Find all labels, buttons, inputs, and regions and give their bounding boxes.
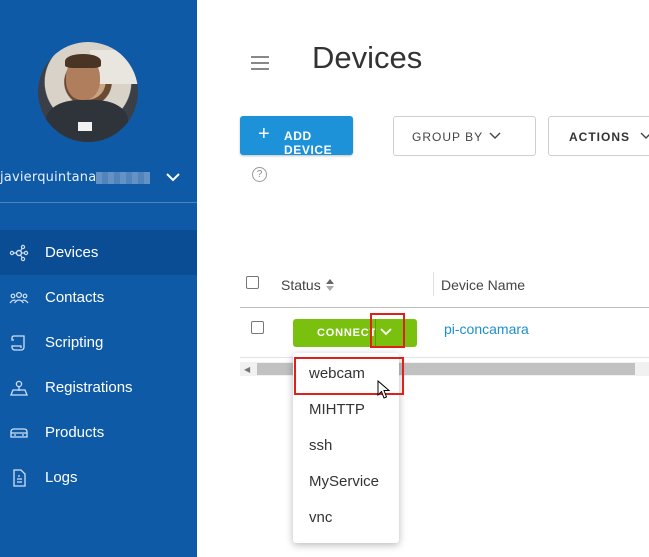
actions-label: ACTIONS (569, 130, 630, 144)
sidebar-item-label: Devices (45, 244, 99, 261)
contacts-icon (9, 291, 29, 304)
menu-item-label: MyService (309, 473, 380, 490)
sidebar-item-registrations[interactable]: Registrations (0, 365, 197, 410)
sidebar-item-contacts[interactable]: Contacts (0, 275, 197, 320)
sidebar-divider (0, 202, 197, 203)
page-title: Devices (312, 40, 423, 75)
menu-item-label: MIHTTP (309, 401, 365, 418)
device-name-link[interactable]: pi-concamara (444, 321, 529, 337)
row-checkbox[interactable] (251, 321, 264, 334)
menu-item-vnc[interactable]: vnc (293, 499, 399, 535)
connect-label: CONNECT (317, 327, 377, 339)
sidebar: javierquintana Devices Contacts Scriptin… (0, 0, 197, 557)
sidebar-item-label: Registrations (45, 379, 133, 396)
actions-button[interactable]: ACTIONS (548, 116, 649, 156)
redacted-text (96, 172, 150, 184)
chevron-down-icon (640, 132, 649, 139)
table-header: Status Device Name (240, 262, 649, 308)
highlight-box (370, 313, 405, 348)
sidebar-item-devices[interactable]: Devices (0, 230, 197, 275)
menu-item-label: vnc (309, 509, 333, 526)
add-device-label: ADD DEVICE (284, 129, 333, 157)
plus-icon: + (258, 123, 270, 145)
sidebar-item-scripting[interactable]: Scripting (0, 320, 197, 365)
menu-icon[interactable] (251, 56, 269, 70)
help-icon[interactable]: ? (252, 167, 267, 182)
column-header-device-name[interactable]: Device Name (441, 277, 525, 293)
sidebar-item-label: Products (45, 424, 105, 441)
logs-icon (13, 469, 26, 487)
sidebar-item-label: Scripting (45, 334, 104, 351)
username: javierquintana (0, 170, 97, 185)
select-all-checkbox[interactable] (246, 276, 259, 289)
sidebar-item-label: Logs (45, 469, 78, 486)
group-by-label: GROUP BY (412, 130, 484, 144)
group-by-button[interactable]: GROUP BY (393, 116, 536, 156)
sidebar-item-products[interactable]: Products (0, 410, 197, 455)
sidebar-item-logs[interactable]: Logs (0, 455, 197, 500)
table-row: CONNECT pi-concamara (240, 308, 649, 358)
sort-icon[interactable] (325, 278, 335, 292)
products-icon (10, 428, 28, 438)
chevron-down-icon (489, 132, 501, 139)
user-menu[interactable]: javierquintana (0, 166, 197, 190)
menu-item-myservice[interactable]: MyService (293, 463, 399, 499)
add-device-button[interactable]: + ADD DEVICE (240, 116, 353, 157)
mouse-cursor-icon (377, 380, 391, 399)
chevron-down-icon[interactable] (164, 168, 182, 186)
sidebar-nav: Devices Contacts Scripting Registrations… (0, 230, 197, 500)
scripting-icon (11, 335, 25, 351)
sidebar-item-label: Contacts (45, 289, 105, 306)
avatar[interactable] (38, 42, 138, 142)
menu-item-ssh[interactable]: ssh (293, 427, 399, 463)
menu-item-label: ssh (309, 437, 333, 454)
registrations-icon (10, 380, 28, 396)
scroll-left-icon[interactable]: ◀ (244, 365, 250, 374)
column-header-status[interactable]: Status (281, 277, 321, 293)
devices-icon (9, 244, 29, 262)
column-divider (433, 272, 434, 296)
